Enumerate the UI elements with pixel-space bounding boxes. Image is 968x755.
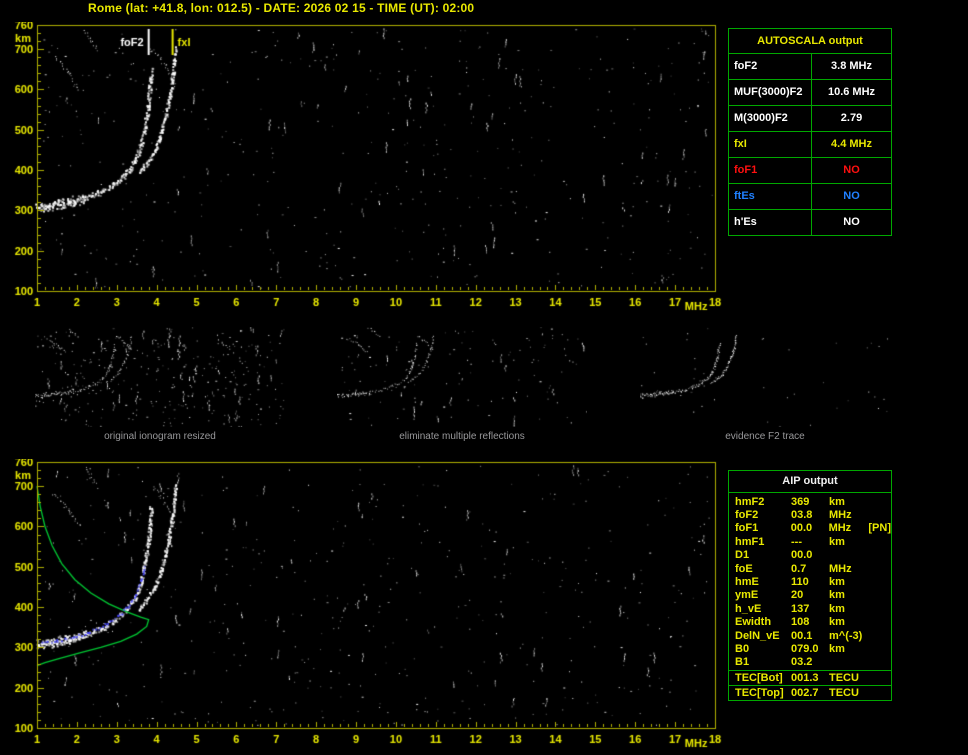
param-value: 079.0 — [791, 642, 819, 655]
top-ionogram-canvas — [0, 22, 724, 318]
param-unit: km — [829, 602, 845, 615]
table-row: MUF(3000)F2 10.6 MHz — [729, 80, 891, 106]
thumbnail-evidence-f2-trace — [640, 327, 890, 427]
param-unit: MHz — [829, 509, 852, 522]
table-row: DelN_vE 00.1 m^(-3) — [735, 629, 891, 642]
param-value: 001.3 — [791, 672, 819, 685]
table-row: ymE 20 km — [735, 589, 891, 602]
param-label: B0 — [735, 642, 750, 655]
param-value: 03.8 — [791, 509, 813, 522]
param-label: ftEs — [729, 184, 812, 209]
param-label: ymE — [735, 589, 759, 602]
param-unit: TECU — [829, 687, 859, 700]
table-row: hmF2 369 km — [735, 495, 891, 508]
table-row: hmE 110 km — [735, 575, 891, 588]
param-value: NO — [843, 190, 860, 202]
param-label: TEC[Top] — [735, 687, 784, 700]
table-row: D1 00.0 — [735, 549, 891, 562]
param-label: hmF2 — [735, 495, 765, 508]
autoscala-output-table: AUTOSCALA output foF2 3.8 MHz MUF(3000)F… — [728, 28, 892, 236]
table-row: fxI 4.4 MHz — [729, 132, 891, 158]
param-label: foF1 — [729, 158, 812, 183]
thumbnail-caption: original ionogram resized — [104, 431, 216, 442]
param-label: D1 — [735, 549, 750, 562]
autoscala-table-title: AUTOSCALA output — [729, 29, 891, 54]
param-value: NO — [843, 164, 860, 176]
param-unit: km — [829, 495, 845, 508]
param-label: foF2 — [735, 509, 759, 522]
param-label: B1 — [735, 656, 750, 669]
param-value: 20 — [791, 589, 804, 602]
param-value: NO — [843, 216, 860, 228]
table-row: ftEs NO — [729, 184, 891, 210]
autoscala-app-screen: Rome (lat: +41.8, lon: 012.5) - DATE: 20… — [0, 0, 968, 755]
param-unit: MHz — [829, 562, 852, 575]
table-row: M(3000)F2 2.79 — [729, 106, 891, 132]
table-row: B0 079.0 km — [735, 642, 891, 655]
thumbnail-caption: eliminate multiple reflections — [399, 431, 525, 442]
thumbnail-original-ionogram — [35, 327, 285, 427]
param-value: 108 — [791, 616, 810, 629]
param-unit: km — [829, 535, 845, 548]
param-note: [PN] — [868, 522, 891, 535]
param-value: 0.7 — [791, 562, 807, 575]
param-unit: km — [829, 642, 845, 655]
param-unit: km — [829, 616, 845, 629]
table-row: foF2 3.8 MHz — [729, 54, 891, 80]
param-unit: TECU — [829, 672, 859, 685]
thumbnail-caption: evidence F2 trace — [725, 431, 805, 442]
table-row: Ewidth 108 km — [735, 616, 891, 629]
tec-bottom-row: TEC[Bot] 001.3 TECU — [729, 670, 891, 685]
param-value: --- — [791, 535, 802, 548]
aip-output-table: AIP output hmF2 369 km foF2 03.8 MHz foF… — [728, 470, 892, 702]
param-value: 2.79 — [840, 112, 863, 124]
param-label: fxI — [729, 132, 812, 157]
param-unit: km — [829, 576, 845, 589]
param-label: h'Es — [729, 210, 812, 235]
table-row: B1 03.2 — [735, 656, 891, 669]
thumbnail-eliminate-reflections — [337, 327, 587, 427]
table-row: hmF1 --- km — [735, 535, 891, 548]
param-label: hmF1 — [735, 535, 765, 548]
param-value: 03.2 — [791, 656, 813, 669]
param-label: foE — [735, 562, 753, 575]
param-value: 002.7 — [791, 687, 819, 700]
table-row: foF1 00.0 MHz [PN] — [735, 522, 891, 535]
bottom-ionogram-canvas — [0, 459, 724, 755]
aip-table-body: hmF2 369 km foF2 03.8 MHz foF1 00.0 MHz … — [729, 493, 891, 670]
param-label: hmE — [735, 576, 759, 589]
table-row: foF1 NO — [729, 158, 891, 184]
param-unit: km — [829, 589, 845, 602]
param-unit: m^(-3) — [829, 629, 863, 642]
param-value: 3.8 MHz — [831, 60, 872, 72]
param-value: 369 — [791, 495, 810, 508]
param-value: 10.6 MHz — [827, 86, 876, 98]
table-row: h'Es NO — [729, 210, 891, 235]
table-row: foE 0.7 MHz — [735, 562, 891, 575]
param-label: DelN_vE — [735, 629, 780, 642]
page-title: Rome (lat: +41.8, lon: 012.5) - DATE: 20… — [88, 1, 475, 15]
param-label: h_vE — [735, 602, 762, 615]
param-unit: MHz — [828, 522, 852, 535]
param-value: 00.0 — [791, 549, 813, 562]
param-value: 137 — [791, 602, 810, 615]
table-row: foF2 03.8 MHz — [735, 508, 891, 521]
param-label: TEC[Bot] — [735, 672, 783, 685]
param-value: 4.4 MHz — [831, 138, 872, 150]
param-label: Ewidth — [735, 616, 772, 629]
param-label: M(3000)F2 — [729, 106, 812, 131]
table-row: h_vE 137 km — [735, 602, 891, 615]
param-value: 00.1 — [791, 629, 813, 642]
param-label: MUF(3000)F2 — [729, 80, 812, 105]
param-value: 110 — [791, 576, 809, 589]
tec-top-row: TEC[Top] 002.7 TECU — [729, 685, 891, 700]
aip-table-title: AIP output — [729, 471, 891, 493]
param-value: 00.0 — [790, 522, 813, 535]
param-label: foF2 — [729, 54, 812, 79]
param-label: foF1 — [735, 522, 759, 535]
